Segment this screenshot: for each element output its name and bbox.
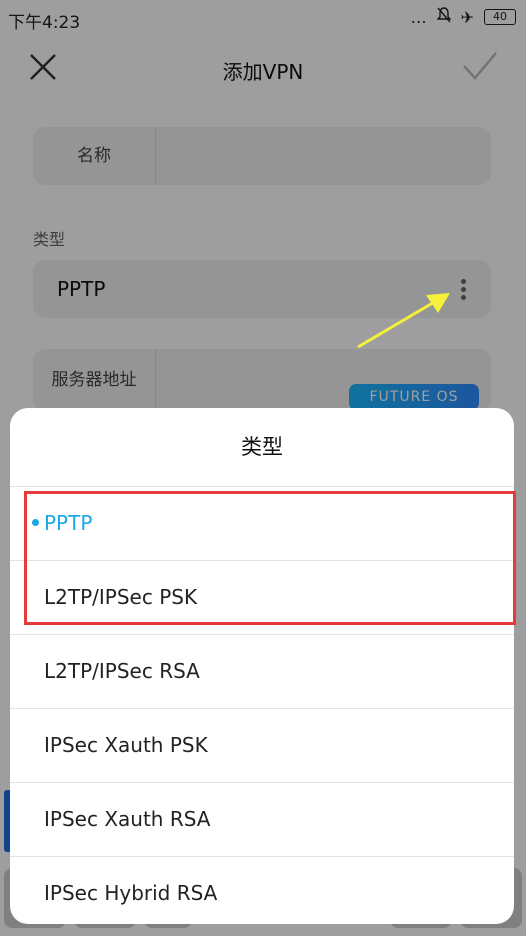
option-ipsec-xauth-psk[interactable]: IPSec Xauth PSK [10,708,514,782]
option-ipsec-xauth-rsa[interactable]: IPSec Xauth RSA [10,782,514,856]
option-label: IPSec Hybrid RSA [44,881,218,905]
option-label: IPSec Xauth PSK [44,733,208,757]
sheet-title: 类型 [241,435,283,459]
option-label: IPSec Xauth RSA [44,807,211,831]
annotation-highlight-box [24,491,516,625]
option-label: L2TP/IPSec RSA [44,659,200,683]
type-picker-sheet: 类型 PPTP L2TP/IPSec PSK L2TP/IPSec RSA IP… [10,408,514,924]
annotation-arrow-icon [357,293,450,349]
option-l2tp-ipsec-rsa[interactable]: L2TP/IPSec RSA [10,634,514,708]
option-ipsec-hybrid-rsa[interactable]: IPSec Hybrid RSA [10,856,514,924]
